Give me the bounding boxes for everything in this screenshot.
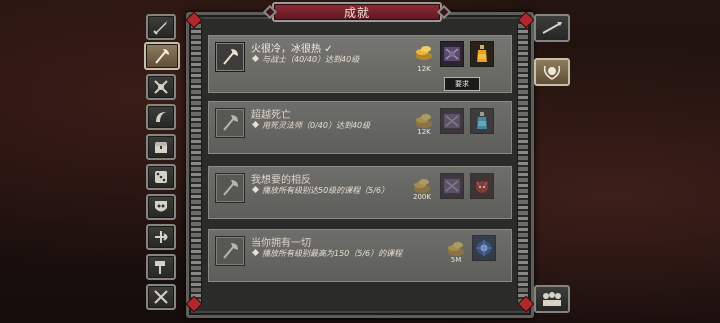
crossed-weapons-icon <box>154 290 168 304</box>
achievement-title: 超越死亡 <box>251 110 291 121</box>
arrow-cross-icon <box>155 231 168 243</box>
skull-shield-icon <box>155 201 167 212</box>
reward-slot[interactable] <box>440 173 464 199</box>
achievement-title: 火很冷，冰很热 ✓ <box>251 44 333 55</box>
tab-warrior[interactable] <box>146 74 176 100</box>
achievement-icon <box>215 42 245 72</box>
requirements-button[interactable]: 要求 <box>444 77 480 91</box>
gold-amount: 12K <box>417 65 431 73</box>
achievement-card[interactable]: 当你拥有一切 播放所有级别最高为150（5/6）的课程 5M <box>207 228 513 283</box>
hammer-icon <box>155 261 165 274</box>
tab-sword[interactable] <box>146 14 176 40</box>
achievement-requirement: 与战士（40/40）达到40级 <box>251 54 359 65</box>
mana-potion-icon <box>477 112 487 129</box>
reward-slot[interactable] <box>470 173 494 199</box>
right-tab-achievements[interactable] <box>534 58 570 86</box>
laurel-badge-icon <box>543 65 561 80</box>
right-tab-spear[interactable] <box>534 14 570 42</box>
reward-slot[interactable] <box>440 41 464 67</box>
party-group-icon <box>543 292 561 306</box>
achievement-card[interactable]: 我想要的相反 播放所有级别达50级的课程（5/6） 200K <box>207 165 513 220</box>
left-chain-border <box>190 24 202 304</box>
axe-weapon-icon <box>155 49 169 64</box>
achievement-card[interactable]: 超越死亡 用死灵法师（0/40）达到40级 12K <box>207 100 513 155</box>
achievement-card[interactable]: 火很冷，冰很热 ✓ 与战士（40/40）达到40级 12K 要求 <box>207 34 513 94</box>
sword-icon <box>153 21 167 35</box>
rune-chest-icon <box>444 114 460 128</box>
bullet-icon <box>251 185 260 194</box>
category-tab-bar <box>140 10 186 320</box>
achievement-requirement: 播放所有级别最高为150（5/6）的课程 <box>251 248 402 259</box>
gold-reward <box>413 41 435 63</box>
reward-slot[interactable] <box>470 41 494 67</box>
axe-weapon-icon <box>223 115 238 131</box>
tab-chest[interactable] <box>146 134 176 160</box>
bullet-icon <box>251 120 260 129</box>
achievement-icon <box>215 236 245 266</box>
axe-weapon-icon <box>223 180 238 196</box>
gold-coins-icon <box>416 46 432 60</box>
warrior-emblem-icon <box>154 80 168 94</box>
reward-slot[interactable] <box>440 108 464 134</box>
achievement-icon <box>215 108 245 138</box>
gold-amount: 200K <box>413 193 431 201</box>
tab-axe[interactable] <box>144 42 180 70</box>
potion-icon <box>477 45 487 62</box>
right-chain-border <box>517 24 529 304</box>
tab-hook[interactable] <box>146 104 176 130</box>
achievement-title: 当你拥有一切 <box>251 238 311 249</box>
achievement-icon <box>215 173 245 203</box>
spear-icon <box>542 22 562 34</box>
tab-arrows[interactable] <box>146 224 176 250</box>
window-title-banner: 成就 <box>262 2 452 22</box>
window-title: 成就 <box>343 5 370 20</box>
crescent-hook-icon <box>156 112 166 122</box>
achievement-list[interactable]: 火很冷，冰很热 ✓ 与战士（40/40）达到40级 12K 要求 超越死亡 用死… <box>207 34 513 310</box>
tab-crossed[interactable] <box>146 284 176 310</box>
tab-hammer[interactable] <box>146 254 176 280</box>
treasure-chest-icon <box>155 142 167 153</box>
gold-amount: 5M <box>450 256 462 264</box>
reward-slot[interactable] <box>472 235 496 261</box>
tab-dice[interactable] <box>146 164 176 190</box>
bullet-icon <box>251 54 260 63</box>
achievement-requirement: 播放所有级别达50级的课程（5/6） <box>251 185 389 196</box>
achievement-requirement: 用死灵法师（0/40）达到40级 <box>251 120 370 131</box>
right-tab-party[interactable] <box>534 285 570 313</box>
rune-chest-icon <box>444 179 460 193</box>
gold-amount: 12K <box>417 128 431 136</box>
axe-weapon-icon <box>223 243 238 259</box>
rune-chest-icon <box>444 47 460 61</box>
arcane-orb-icon <box>476 240 492 256</box>
achievement-title: 我想要的相反 <box>251 175 311 186</box>
reward-slot[interactable] <box>470 108 494 134</box>
tab-skull[interactable] <box>146 194 176 220</box>
demon-mask-icon <box>476 181 488 193</box>
dice-icon <box>155 171 167 183</box>
axe-weapon-icon <box>223 49 238 65</box>
bullet-icon <box>251 248 260 257</box>
